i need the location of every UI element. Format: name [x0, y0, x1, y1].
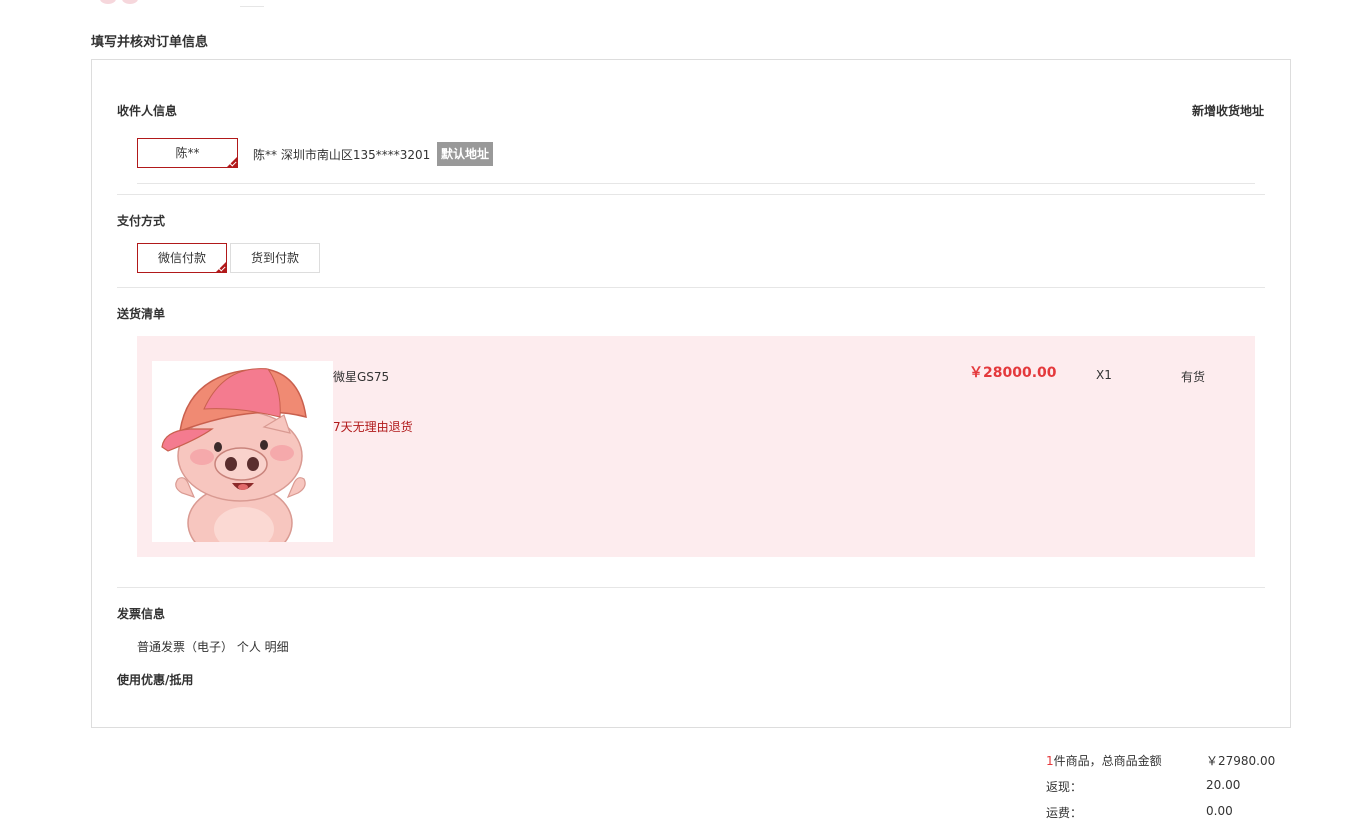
summary-cashback-row: 返现： 20.00	[1046, 778, 1286, 796]
logo-fragment	[100, 0, 116, 4]
summary-total-row: 1件商品，总商品金额 ￥27980.00	[1046, 752, 1286, 770]
add-address-link[interactable]: 新增收货地址	[1192, 102, 1264, 119]
logo-fragment	[122, 0, 138, 4]
top-remnant	[100, 0, 270, 8]
selected-check-icon	[215, 261, 227, 273]
payment-option-label: 微信付款	[157, 251, 206, 265]
payment-option-wechat[interactable]: 微信付款	[137, 243, 227, 273]
cashback-value: 20.00	[1206, 778, 1241, 792]
return-policy-text: 7天无理由退货	[333, 420, 413, 434]
shipping-label: 运费：	[1046, 806, 1083, 820]
receiver-section-title: 收件人信息	[117, 104, 178, 118]
item-count-suffix: 件商品，总商品金额	[1053, 754, 1162, 768]
summary-total-label: 1件商品，总商品金额	[1046, 752, 1162, 769]
divider	[117, 194, 1265, 195]
product-image[interactable]	[152, 361, 333, 542]
stock-status: 有货	[1181, 370, 1206, 384]
product-price: ￥28000.00	[969, 365, 1057, 381]
coupon-section-title[interactable]: 使用优惠/抵用	[117, 671, 193, 688]
payment-section-title: 支付方式	[117, 214, 166, 228]
divider	[137, 183, 1255, 184]
goods-item: 微星GS75 7天无理由退货 ￥28000.00 X1 有货	[137, 336, 1255, 557]
pig-cartoon-image	[161, 368, 307, 542]
order-info-panel: 收件人信息 新增收货地址 陈** 陈** 深圳市南山区135****3201 默…	[91, 59, 1291, 728]
product-name[interactable]: 微星GS75	[333, 368, 389, 385]
total-amount: ￥27980.00	[1206, 754, 1276, 768]
divider	[117, 587, 1265, 588]
divider	[240, 6, 264, 7]
summary-shipping-row: 运费： 0.00	[1046, 804, 1286, 822]
default-address-badge: 默认地址	[437, 142, 494, 166]
product-quantity: X1	[1096, 368, 1112, 382]
item-count: 1	[1046, 754, 1054, 768]
delivery-section-title: 送货清单	[117, 307, 166, 321]
shipping-value: 0.00	[1206, 804, 1233, 818]
cashback-label: 返现：	[1046, 780, 1083, 794]
invoice-detail[interactable]: 普通发票（电子） 个人 明细	[137, 638, 289, 655]
receiver-name-option[interactable]: 陈**	[137, 138, 238, 168]
page-title: 填写并核对订单信息	[91, 35, 209, 50]
payment-option-label: 货到付款	[250, 251, 299, 265]
selected-check-icon	[226, 156, 238, 168]
payment-option-cod[interactable]: 货到付款	[230, 243, 320, 273]
divider	[117, 287, 1265, 288]
invoice-section-title: 发票信息	[117, 607, 166, 621]
address-detail: 陈** 深圳市南山区135****3201	[253, 148, 431, 162]
receiver-name-label: 陈**	[175, 146, 200, 160]
